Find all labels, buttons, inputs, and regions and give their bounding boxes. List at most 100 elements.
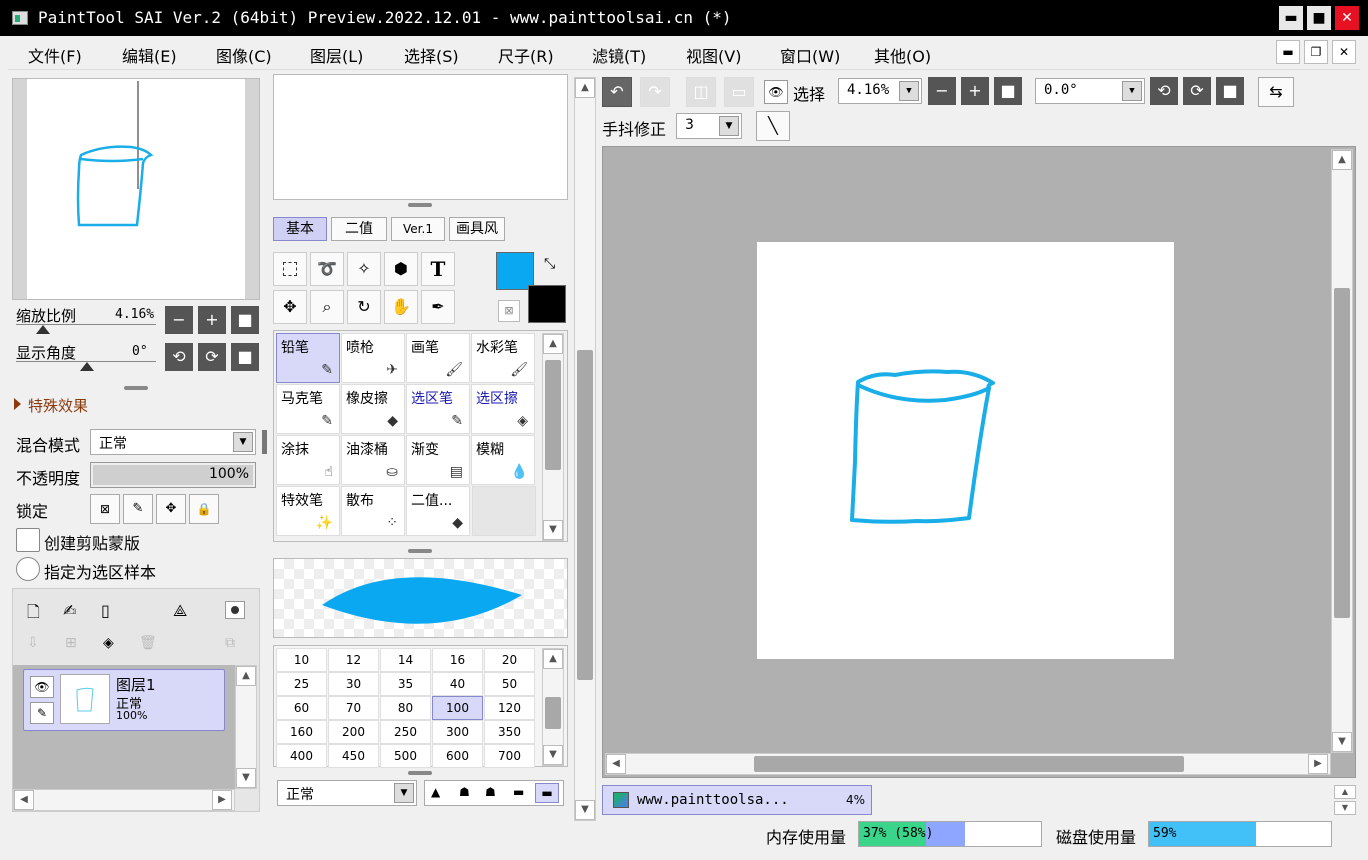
swap-colors-icon[interactable]: ⤡ [544,256,555,272]
brush-size-14[interactable]: 14 [380,648,431,672]
tool-fx-pen[interactable]: 特效笔 ✨ [276,486,340,536]
rotate-left-button[interactable]: ⟲ [165,343,193,371]
zoom-slider[interactable] [16,324,156,334]
brush-size-400[interactable]: 400 [276,744,327,768]
blend-mode-select[interactable]: 正常 ▼ [90,429,256,455]
clip-checkbox[interactable] [16,528,40,552]
tool-selerase[interactable]: 选区擦 ◈ [471,384,535,434]
tool-pencil[interactable]: 铅笔 ✎ [276,333,340,383]
new-layer-icon[interactable]: 🗋 [27,601,40,628]
scroll-left-icon[interactable]: ◀ [14,790,34,810]
tool-eraser[interactable]: 橡皮擦 ◆ [341,384,405,434]
brush-size-500[interactable]: 500 [380,744,431,768]
canvas-viewport[interactable]: ▲ ▼ ◀ ▶ [602,146,1356,778]
brush-size-35[interactable]: 35 [380,672,431,696]
brush-size-100[interactable]: 100 [432,696,483,720]
move-icon[interactable]: ✥ [273,290,307,324]
menu-select[interactable]: 选择(S) [404,43,459,67]
rotate-reset-button[interactable]: ■ [231,343,259,371]
scroll-down-icon[interactable]: ▼ [236,768,256,788]
tab-basic[interactable]: 基本 [273,217,327,241]
tool-gradient[interactable]: 渐变 ▤ [406,435,470,485]
scroll-down-icon[interactable]: ▼ [1332,732,1352,752]
mask-icon[interactable] [225,601,245,619]
brush-size-70[interactable]: 70 [328,696,379,720]
tool-bucket[interactable]: 油漆桶 ⛀ [341,435,405,485]
doc-restore-button[interactable]: ❐ [1304,40,1328,64]
brush-mode-select[interactable]: 正常 ▼ [277,780,417,806]
brush-size-10[interactable]: 10 [276,648,327,672]
canvas-rotate-left-button[interactable]: ⟲ [1150,77,1178,105]
canvas-zoom-out-button[interactable]: − [928,77,956,105]
brush-size-160[interactable]: 160 [276,720,327,744]
brush-size-30[interactable]: 30 [328,672,379,696]
tool-smudge[interactable]: 涂抹 ☝ [276,435,340,485]
zoom-in-button[interactable]: + [198,306,226,334]
minimize-button[interactable]: ▬ [1279,6,1303,30]
canvas-vscrollbar[interactable]: ▲ ▼ [1331,149,1353,753]
lock-move-icon[interactable]: ✥ [156,494,186,524]
scroll-up-icon[interactable]: ▲ [236,666,256,686]
canvas-zoom-select[interactable]: 4.16% ▼ [838,78,922,104]
opacity-slider[interactable]: 100% [90,462,256,488]
brush-size-50[interactable]: 50 [484,672,535,696]
rect-select-icon[interactable] [273,252,307,286]
stabilizer-select[interactable]: 3 ▼ [676,113,742,139]
zoom-reset-button[interactable]: ■ [231,306,259,334]
new-linework-icon[interactable]: ✍ [63,601,76,620]
canvas-zoom-reset-button[interactable]: ■ [994,77,1022,105]
text-icon[interactable]: T [421,252,455,286]
invert-select-icon[interactable]: ▭ [724,77,754,107]
magic-wand-icon[interactable]: ✧ [347,252,381,286]
scroll-up-icon[interactable]: ▲ [575,78,595,98]
scroll-right-icon[interactable]: ▶ [212,790,232,810]
layer-fx-icon[interactable]: ⟁ [173,601,187,621]
close-button[interactable]: ✕ [1335,6,1359,30]
scroll-right-icon[interactable]: ▶ [1308,754,1328,774]
show-selection-eye-icon[interactable]: 👁 [764,80,788,104]
scroll-left-icon[interactable]: ◀ [606,754,626,774]
canvas-rotate-reset-button[interactable]: ■ [1216,77,1244,105]
brush-size-80[interactable]: 80 [380,696,431,720]
splitter-handle[interactable] [408,203,432,207]
brush-size-16[interactable]: 16 [432,648,483,672]
lasso-icon[interactable]: ➰ [310,252,344,286]
brush-size-350[interactable]: 350 [484,720,535,744]
scroll-down-icon[interactable]: ▼ [543,520,563,540]
tab-binary[interactable]: 二值 [331,217,387,241]
undo-icon[interactable]: ↶ [602,77,632,107]
canvas-paper[interactable] [757,242,1174,659]
layer-scrollbar[interactable]: ▲ ▼ [235,665,257,789]
panel-splitter[interactable] [262,430,267,454]
tool-binary[interactable]: 二值... ◆ [406,486,470,536]
layer-row[interactable]: 👁 ✎ 图层1 正常 100% [23,669,225,731]
brush-size-40[interactable]: 40 [432,672,483,696]
brush-size-200[interactable]: 200 [328,720,379,744]
tool-selpen[interactable]: 选区笔 ✎ [406,384,470,434]
splitter-handle[interactable] [408,549,432,553]
tool-airbrush[interactable]: 喷枪 ✈ [341,333,405,383]
tool-watercolor[interactable]: 水彩笔 🖌 [471,333,535,383]
menu-window[interactable]: 窗口(W) [780,43,840,67]
brush-size-250[interactable]: 250 [380,720,431,744]
brush-size-300[interactable]: 300 [432,720,483,744]
scroll-down-icon[interactable]: ▼ [543,745,563,765]
merge-down-icon[interactable]: ⇩ [27,635,39,651]
menu-file[interactable]: 文件(F) [28,43,82,67]
zoom-out-button[interactable]: − [165,306,193,334]
brush-shape-5-icon[interactable]: ▬ [535,783,559,803]
doc-close-button[interactable]: ✕ [1332,40,1356,64]
menu-view[interactable]: 视图(V) [686,43,741,67]
clip-label[interactable]: 创建剪贴蒙版 [44,530,140,554]
size-scrollbar[interactable]: ▲ ▼ [542,648,564,766]
sample-label[interactable]: 指定为选区样本 [44,559,156,583]
delete-layer-icon[interactable]: 🗑 [139,635,157,651]
menu-image[interactable]: 图像(C) [216,43,272,67]
canvas-rotate-select[interactable]: 0.0° ▼ [1035,78,1145,104]
clear-layer-icon[interactable]: ◈ [103,635,114,651]
eyedropper-icon[interactable]: ✒ [421,290,455,324]
tool-blur[interactable]: 模糊 💧 [471,435,535,485]
tab-ver1[interactable]: Ver.1 [391,217,445,241]
new-folder-icon[interactable]: ▯ [101,601,110,620]
scroll-up-icon[interactable]: ▲ [543,649,563,669]
